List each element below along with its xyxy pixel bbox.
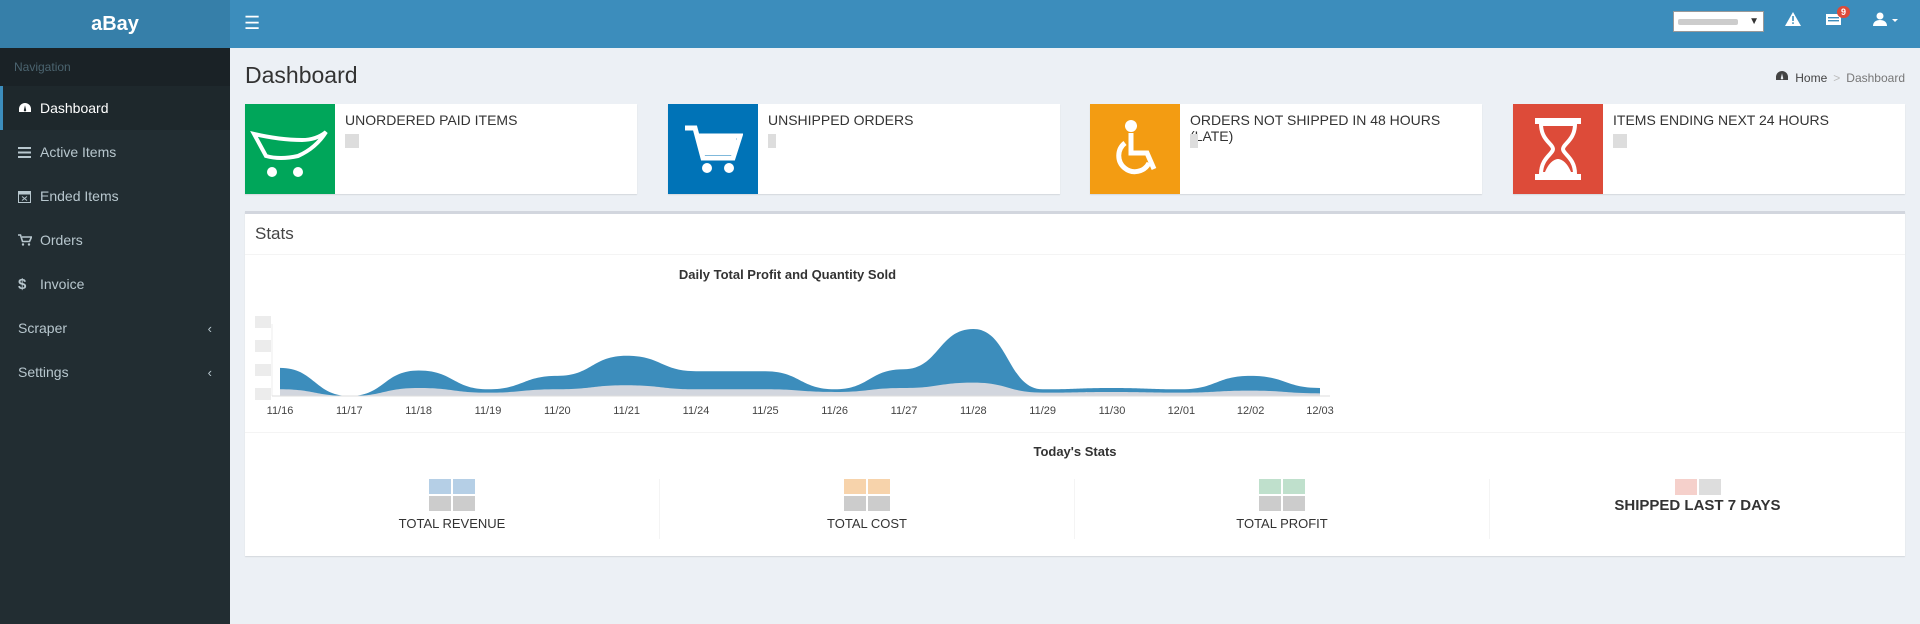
info-box-label: UNSHIPPED ORDERS xyxy=(768,112,914,128)
breadcrumb: Home > Dashboard xyxy=(1775,70,1905,85)
info-box-unordered-paid[interactable]: UNORDERED PAID ITEMS xyxy=(245,104,637,194)
series-area-0 xyxy=(280,329,1320,396)
x-tick-label: 11/20 xyxy=(544,405,571,417)
stat-label: TOTAL COST xyxy=(827,516,907,531)
info-box-label: UNORDERED PAID ITEMS xyxy=(345,112,518,128)
list-icon xyxy=(18,146,40,158)
sidebar-item-dashboard[interactable]: Dashboard xyxy=(0,86,230,130)
sidebar: aBay Navigation Dashboard Active Items E… xyxy=(0,0,230,624)
stats-panel: Stats Daily Total Profit and Quantity So… xyxy=(245,211,1905,556)
stats-title: Stats xyxy=(255,224,294,243)
stat-shipped-last-7-days: SHIPPED LAST 7 DAYS xyxy=(1490,479,1905,539)
x-tick-label: 11/16 xyxy=(267,405,294,417)
sidebar-item-orders[interactable]: Orders xyxy=(0,218,230,262)
sidebar-item-settings[interactable]: Settings ‹ xyxy=(0,350,230,394)
dollar-icon: $ xyxy=(18,275,27,293)
sidebar-item-ended-items[interactable]: Ended Items xyxy=(0,174,230,218)
user-menu-icon[interactable] xyxy=(1873,12,1899,31)
x-tick-label: 11/17 xyxy=(336,405,363,417)
x-tick-label: 11/27 xyxy=(891,405,918,417)
hourglass-icon xyxy=(1513,104,1603,194)
info-box-label: ORDERS NOT SHIPPED IN 48 HOURS (LATE) xyxy=(1190,112,1441,144)
stat-total-profit: TOTAL PROFIT xyxy=(1075,479,1490,539)
account-select[interactable]: ▼ xyxy=(1673,11,1764,32)
x-tick-label: 11/26 xyxy=(821,405,848,417)
stat-label: TOTAL PROFIT xyxy=(1236,516,1328,531)
notification-badge: 9 xyxy=(1836,6,1850,18)
sidebar-item-label: Scraper xyxy=(18,320,68,336)
redacted-value xyxy=(429,479,475,511)
sidebar-item-label: Invoice xyxy=(40,276,85,292)
cart-icon xyxy=(18,234,40,246)
info-box-unshipped-orders[interactable]: UNSHIPPED ORDERS xyxy=(668,104,1060,194)
divider xyxy=(245,432,1905,433)
sidebar-item-label: Orders xyxy=(40,232,83,248)
chevron-left-icon: ‹ xyxy=(207,364,212,380)
sidebar-item-invoice[interactable]: $ Invoice xyxy=(0,262,230,306)
stat-total-revenue: TOTAL REVENUE xyxy=(245,479,660,539)
x-tick-label: 11/28 xyxy=(960,405,987,417)
x-tick-label: 11/19 xyxy=(475,405,502,417)
sidebar-item-scraper[interactable]: Scraper ‹ xyxy=(0,306,230,350)
sidebar-item-label: Ended Items xyxy=(40,188,119,204)
y-tick-label-redacted xyxy=(255,364,271,376)
x-tick-label: 11/25 xyxy=(752,405,779,417)
redacted-value xyxy=(345,134,359,148)
redacted-value xyxy=(1674,479,1721,495)
page-title: Dashboard xyxy=(245,62,358,88)
sidebar-item-label: Dashboard xyxy=(40,100,109,116)
x-tick-label: 12/01 xyxy=(1168,405,1196,417)
warning-icon[interactable] xyxy=(1785,12,1801,31)
x-tick-label: 11/30 xyxy=(1099,405,1126,417)
sidebar-item-label: Settings xyxy=(18,364,69,380)
x-tick-label: 11/18 xyxy=(405,405,432,417)
stat-label: SHIPPED LAST 7 DAYS xyxy=(1614,497,1781,514)
y-tick-label-redacted xyxy=(255,316,271,328)
wheelchair-icon xyxy=(1090,104,1180,194)
redacted-value xyxy=(768,134,776,148)
x-tick-label: 11/24 xyxy=(683,405,710,417)
y-tick-label-redacted xyxy=(255,388,271,400)
x-tick-label: 11/29 xyxy=(1029,405,1056,417)
info-box-late-orders[interactable]: ORDERS NOT SHIPPED IN 48 HOURS (LATE) xyxy=(1090,104,1482,194)
redacted-value xyxy=(1613,134,1627,148)
sidebar-item-active-items[interactable]: Active Items xyxy=(0,130,230,174)
sidebar-item-label: Active Items xyxy=(40,144,117,160)
info-box-label: ITEMS ENDING NEXT 24 HOURS xyxy=(1613,112,1830,128)
chart-title: Daily Total Profit and Quantity Sold xyxy=(678,267,897,282)
redacted-value xyxy=(1259,479,1305,511)
stat-label: TOTAL REVENUE xyxy=(398,516,506,531)
redacted-value xyxy=(1678,18,1738,25)
info-box-ending-items[interactable]: ITEMS ENDING NEXT 24 HOURS xyxy=(1513,104,1905,194)
x-tick-label: 12/03 xyxy=(1306,405,1334,417)
today-stats-title: Today's Stats xyxy=(1033,444,1117,459)
main-content: Dashboard Home > Dashboard UNORDERED PAI… xyxy=(230,48,1920,624)
breadcrumb-home[interactable]: Home xyxy=(1795,71,1827,85)
chevron-down-icon: ▼ xyxy=(1749,16,1759,27)
messages-icon[interactable]: 9 xyxy=(1826,6,1850,31)
redacted-value xyxy=(1190,134,1198,148)
y-tick-label-redacted xyxy=(255,340,271,352)
dashboard-icon xyxy=(18,102,40,114)
shopping-cart-icon xyxy=(668,104,758,194)
nav-header: Navigation xyxy=(0,48,230,86)
app-logo[interactable]: aBay xyxy=(0,0,230,48)
x-tick-label: 12/02 xyxy=(1237,405,1265,417)
stat-total-cost: TOTAL COST xyxy=(660,479,1075,539)
dashboard-icon xyxy=(1775,70,1789,85)
chevron-left-icon: ‹ xyxy=(207,320,212,336)
redacted-value xyxy=(844,479,890,511)
profit-quantity-chart: 11/16 11/17 11/18 11/19 11/20 11/21 11/24 11/25… xyxy=(255,316,1334,417)
x-tick-label: 11/21 xyxy=(613,405,640,417)
breadcrumb-separator: > xyxy=(1833,70,1841,85)
menu-toggle-icon[interactable]: ☰ xyxy=(244,13,260,34)
calendar-x-icon xyxy=(18,190,40,203)
opencart-icon xyxy=(245,104,335,194)
topbar: ☰ ▼ 9 xyxy=(230,0,1920,48)
breadcrumb-current: Dashboard xyxy=(1846,70,1905,85)
divider xyxy=(245,254,1905,255)
